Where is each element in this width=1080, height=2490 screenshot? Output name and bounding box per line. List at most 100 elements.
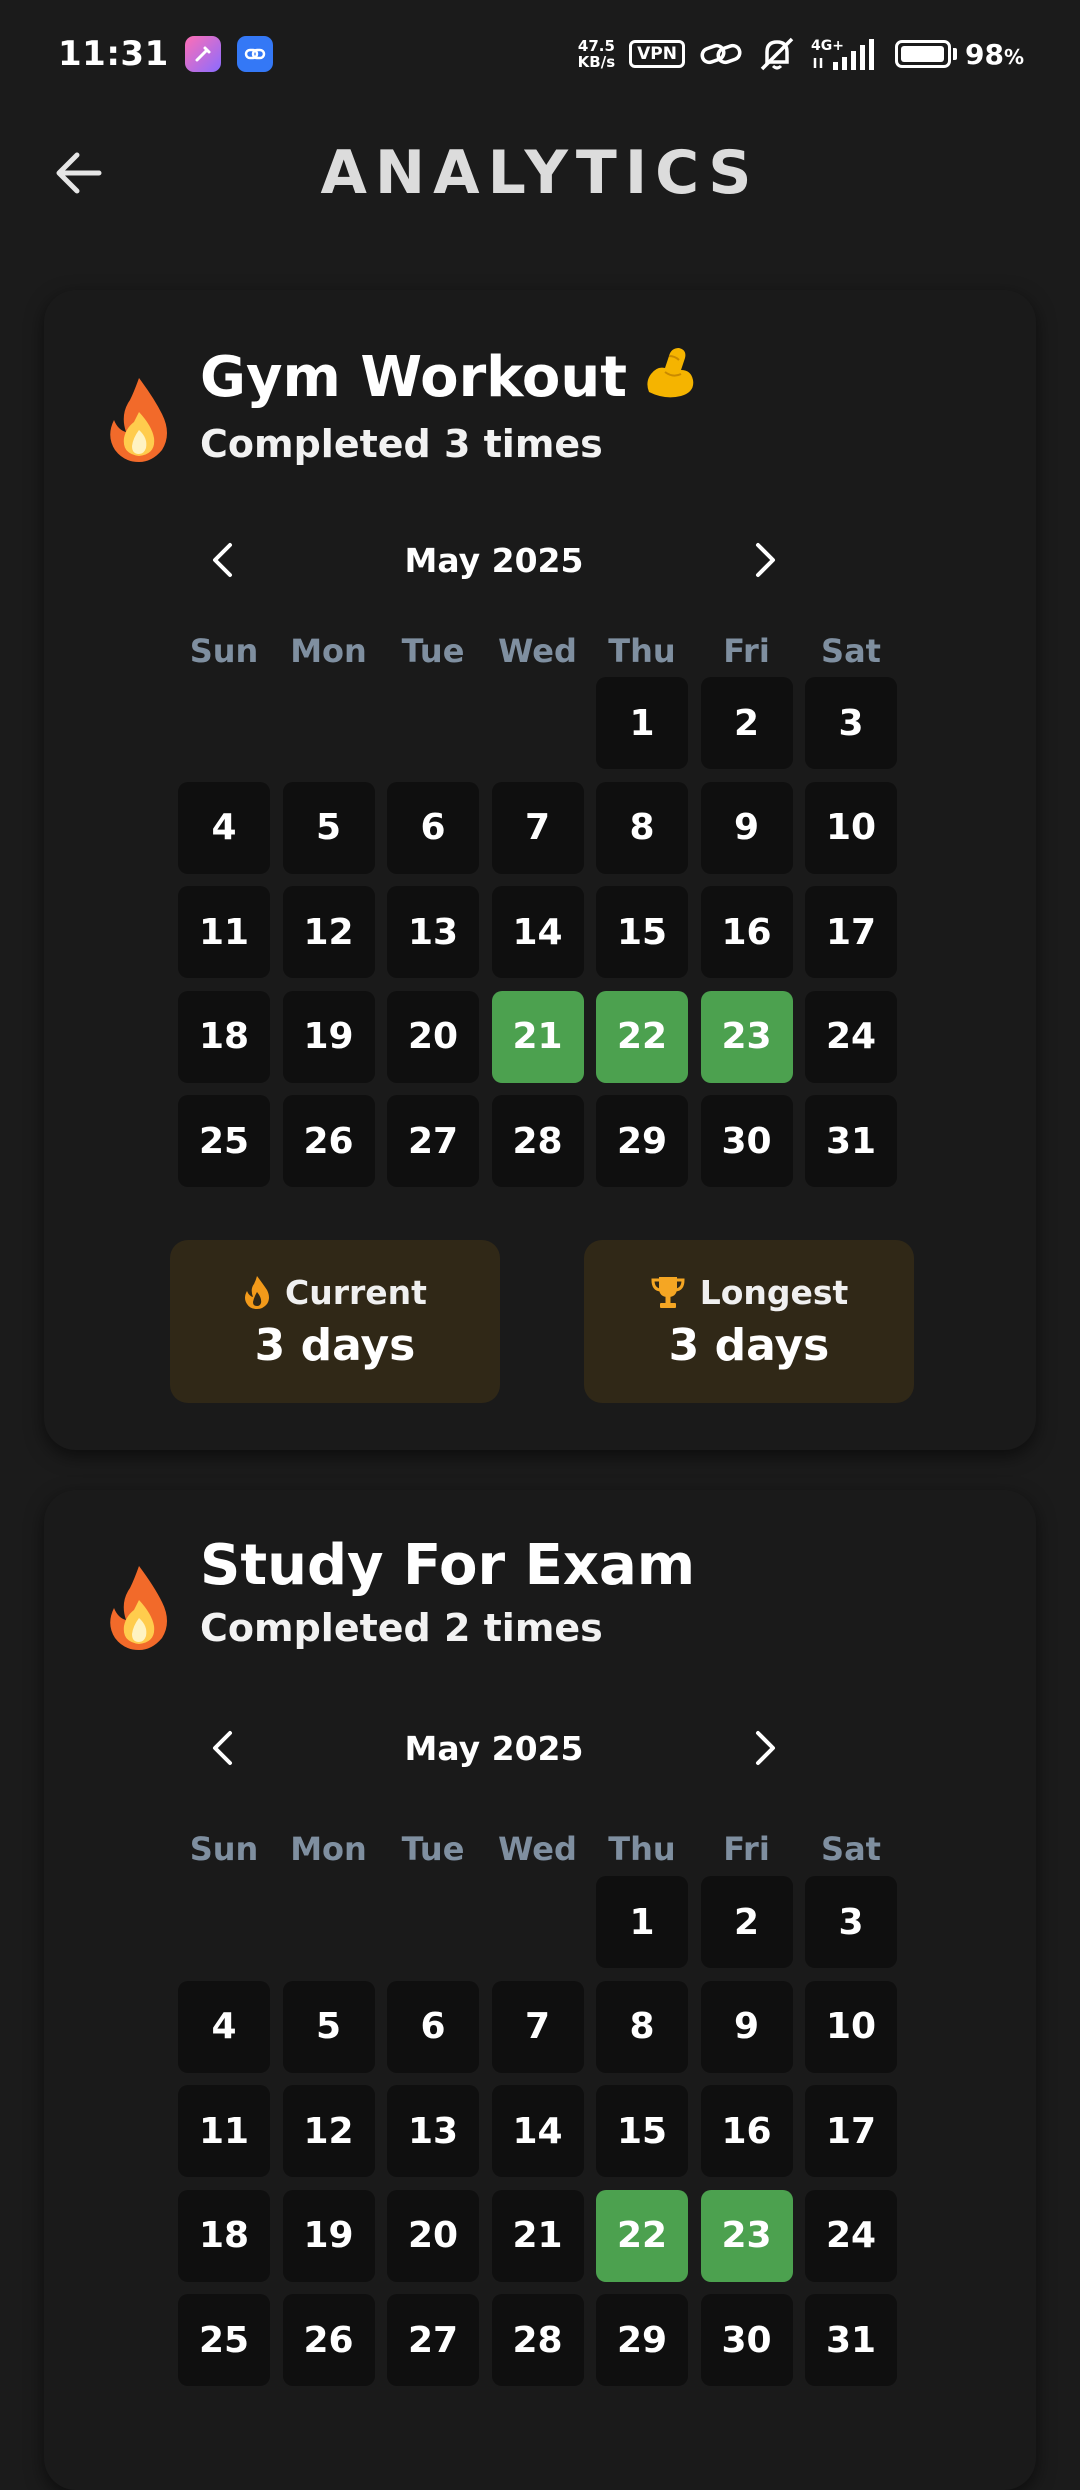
- calendar-day[interactable]: 10: [805, 1980, 897, 2073]
- weekday-label: Sat: [821, 1830, 881, 1868]
- flexed-biceps-icon: [641, 342, 699, 414]
- calendar-day[interactable]: 17: [805, 886, 897, 978]
- net-speed: 47.5 KB/s: [578, 38, 615, 70]
- calendar-day-completed[interactable]: 22: [596, 2189, 688, 2282]
- calendar-day[interactable]: 27: [387, 1095, 479, 1187]
- calendar-day[interactable]: 7: [491, 1980, 584, 2073]
- chevron-left-icon: [213, 1731, 232, 1765]
- calendar-day[interactable]: 31: [805, 2294, 897, 2386]
- calendar-day[interactable]: 6: [387, 1980, 479, 2073]
- calendar-day[interactable]: 5: [282, 781, 375, 874]
- weekday-label: Wed: [498, 1830, 577, 1868]
- calendar-day-completed[interactable]: 21: [491, 990, 584, 1083]
- calendar-day[interactable]: 27: [387, 2294, 479, 2386]
- calendar-day[interactable]: 30: [700, 2294, 793, 2386]
- calendar-day[interactable]: 2: [700, 677, 793, 769]
- calendar-day[interactable]: 25: [178, 1095, 270, 1187]
- calendar-day[interactable]: 28: [491, 2294, 584, 2386]
- calendar-day[interactable]: 14: [491, 2085, 584, 2177]
- calendar-day[interactable]: 15: [596, 886, 688, 978]
- calendar-day[interactable]: 24: [805, 990, 897, 1083]
- calendar-day[interactable]: 26: [282, 2294, 375, 2386]
- calendar-empty-cell: [492, 1876, 584, 1968]
- calendar-day[interactable]: 6: [387, 781, 479, 874]
- streak-stats: Current 3 days Longest 3 days: [170, 1240, 914, 1403]
- longest-streak-box: Longest 3 days: [584, 1240, 914, 1403]
- mute-bell-icon: [757, 36, 797, 72]
- calendar-day[interactable]: 13: [387, 886, 479, 978]
- battery-fill: [900, 46, 945, 62]
- calendar-empty-cell: [387, 677, 479, 769]
- next-month-button[interactable]: [738, 1720, 794, 1776]
- calendar-day[interactable]: 29: [596, 2294, 688, 2386]
- calendar-day[interactable]: 8: [596, 781, 688, 874]
- calendar-day[interactable]: 4: [178, 781, 270, 874]
- calendar-day[interactable]: 21: [491, 2189, 584, 2282]
- calendar-day[interactable]: 15: [596, 2085, 688, 2177]
- calendar-day[interactable]: 20: [387, 990, 479, 1083]
- calendar-day[interactable]: 4: [178, 1980, 270, 2073]
- weekday-label: Fri: [723, 1830, 770, 1868]
- calendar-day[interactable]: 11: [178, 886, 270, 978]
- calendar-day[interactable]: 18: [178, 990, 270, 1083]
- app-header: ANALYTICS: [0, 108, 1080, 238]
- calendar-month: May 2025: [404, 540, 584, 580]
- calendar-day[interactable]: 14: [491, 886, 584, 978]
- calendar-day[interactable]: 31: [805, 1095, 897, 1187]
- calendar-day[interactable]: 3: [805, 1876, 897, 1968]
- calendar-grid: 1 2 3 4 5 6 7 8 9 10 11 12 13 14 15 16 17 18 19 20 21 22 23 24 2…: [178, 1876, 897, 2386]
- calendar-month: May 2025: [404, 1728, 584, 1768]
- calendar-day[interactable]: 26: [282, 1095, 375, 1187]
- current-streak-header: Current: [243, 1273, 427, 1312]
- calendar-day[interactable]: 25: [178, 2294, 270, 2386]
- calendar-day[interactable]: 5: [282, 1980, 375, 2073]
- prev-month-button[interactable]: [194, 532, 250, 588]
- calendar-day[interactable]: 1: [596, 1876, 688, 1968]
- habit-name: Gym Workout: [200, 342, 699, 414]
- habit-name-text: Study For Exam: [200, 1533, 696, 1598]
- calendar-day[interactable]: 9: [700, 1980, 793, 2073]
- calendar-day[interactable]: 16: [700, 886, 793, 978]
- calendar-day[interactable]: 19: [282, 2189, 375, 2282]
- fire-icon: [110, 1566, 167, 1650]
- next-month-button[interactable]: [738, 532, 794, 588]
- current-streak-box: Current 3 days: [170, 1240, 500, 1403]
- calendar-day[interactable]: 11: [178, 2085, 270, 2177]
- calendar-day[interactable]: 29: [596, 1095, 688, 1187]
- calendar-day[interactable]: 16: [700, 2085, 793, 2177]
- calendar-day[interactable]: 12: [282, 2085, 375, 2177]
- calendar-day[interactable]: 18: [178, 2189, 270, 2282]
- calendar-day[interactable]: 24: [805, 2189, 897, 2282]
- calendar-day[interactable]: 9: [700, 781, 793, 874]
- calendar-day-completed[interactable]: 22: [596, 990, 688, 1083]
- chevron-right-icon: [755, 1731, 775, 1765]
- calendar-day[interactable]: 8: [596, 1980, 688, 2073]
- calendar-day[interactable]: 1: [596, 677, 688, 769]
- calendar-day[interactable]: 12: [282, 886, 375, 978]
- calendar-day[interactable]: 3: [805, 677, 897, 769]
- calendar-empty-cell: [178, 677, 270, 769]
- habit-titles: Study For Exam Completed 2 times: [200, 1533, 696, 1651]
- calendar-day[interactable]: 10: [805, 781, 897, 874]
- calendar-empty-cell: [283, 677, 375, 769]
- net-speed-value: 47.5: [577, 37, 615, 55]
- calendar-day[interactable]: 2: [700, 1876, 793, 1968]
- calendar-day[interactable]: 7: [491, 781, 584, 874]
- net-speed-unit: KB/s: [577, 53, 616, 71]
- longest-streak-header: Longest: [650, 1273, 848, 1312]
- prev-month-button[interactable]: [194, 1720, 250, 1776]
- calendar-day-completed[interactable]: 23: [700, 2189, 793, 2282]
- calendar-day[interactable]: 20: [387, 2189, 479, 2282]
- habit-header: Study For Exam Completed 2 times: [104, 1532, 695, 1652]
- calendar-day[interactable]: 17: [805, 2085, 897, 2177]
- habit-card-study-for-exam: Study For Exam Completed 2 times May 202…: [44, 1490, 1036, 2490]
- calendar-day[interactable]: 13: [387, 2085, 479, 2177]
- calendar-day[interactable]: 30: [700, 1095, 793, 1187]
- calendar-day[interactable]: 19: [282, 990, 375, 1083]
- calendar-day-completed[interactable]: 23: [700, 990, 793, 1083]
- current-streak-value: 3 days: [254, 1319, 416, 1371]
- calendar-day[interactable]: 28: [491, 1095, 584, 1187]
- weekday-header: Sun Mon Tue Wed Thu Fri Sat: [178, 1830, 897, 1868]
- vpn-badge: VPN: [629, 40, 685, 68]
- weekday-label: Sat: [821, 632, 881, 670]
